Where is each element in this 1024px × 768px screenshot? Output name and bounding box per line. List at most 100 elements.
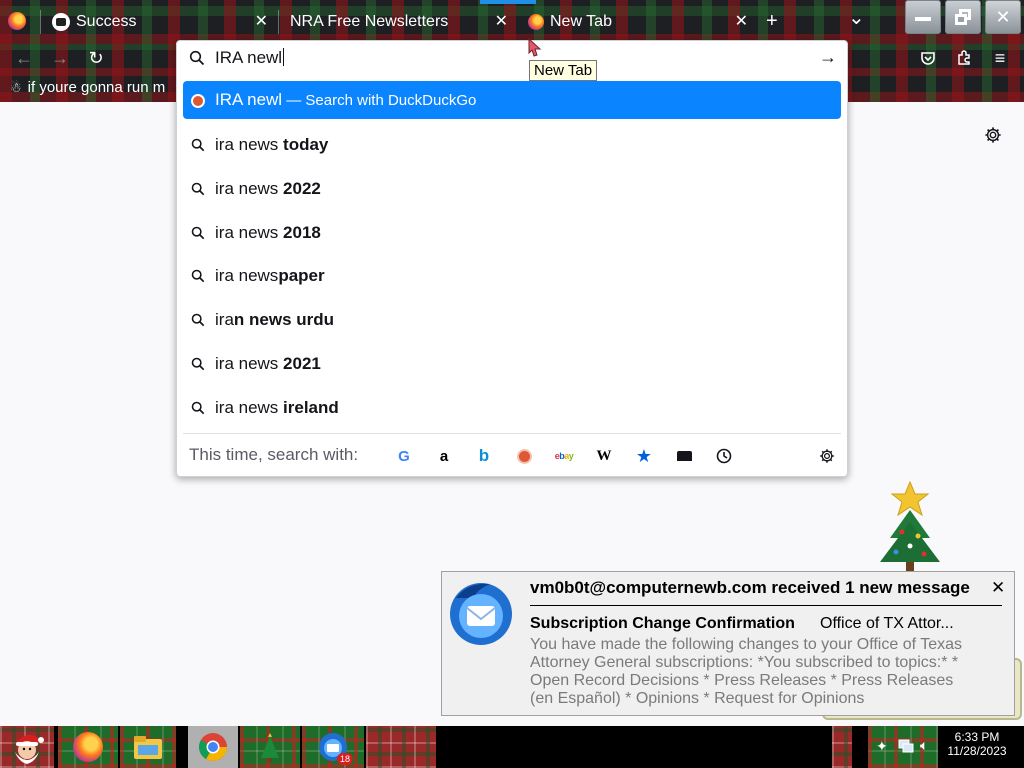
volume-icon[interactable]: 🔈︎ (920, 737, 928, 754)
tab-success[interactable]: Success ✕ (44, 4, 276, 40)
bookmark-item[interactable]: ☃ if youre gonna run m (10, 79, 165, 96)
pocket-icon[interactable] (916, 46, 940, 70)
suggestion-text: iran news urdu (215, 310, 335, 329)
suggestion-text: ira news today (215, 135, 329, 154)
taskbar-empty-slot[interactable] (366, 726, 436, 768)
search-icon (191, 356, 205, 376)
start-button[interactable] (0, 726, 54, 768)
close-window-button[interactable]: ✕ (985, 0, 1021, 34)
suggestion-row[interactable]: ira newspaper (183, 257, 841, 295)
notification-subject: Subscription Change Confirmation (530, 615, 795, 632)
suggestion-text: ira news ireland (215, 398, 339, 417)
tab-tooltip: New Tab (529, 60, 598, 81)
taskbar-clock[interactable]: 6:33 PM 11/28/2023 (940, 730, 1014, 758)
extensions-icon[interactable] (952, 46, 976, 70)
christmas-tree-icon (261, 733, 279, 762)
taskbar: 18 ✦ 🔈︎ 6:33 PM 11/28/2023 (0, 726, 1024, 768)
tab-label: NRA Free Newsletters (290, 13, 449, 30)
taskbar-thunderbird[interactable]: 18 (302, 726, 364, 768)
search-icon (191, 181, 205, 201)
urlbar-dropdown: IRA newl → IRA newl — Search with DuckDu… (176, 40, 848, 477)
history-icon[interactable] (712, 444, 736, 468)
tab-label: Success (76, 13, 137, 30)
minimize-button[interactable] (905, 0, 941, 34)
tab-close-icon[interactable]: ✕ (255, 13, 268, 31)
tab-close-icon[interactable]: ✕ (735, 13, 748, 31)
tab-label: New Tab (550, 13, 612, 30)
go-arrow-icon[interactable]: → (819, 47, 837, 68)
tray-star-icon[interactable]: ✦ (876, 738, 888, 755)
tab-separator (278, 10, 279, 34)
suggestion-row[interactable]: ira news today (183, 126, 841, 164)
folder-icon (134, 736, 162, 759)
suggestion-text: ira news 2022 (215, 179, 321, 198)
suggestion-action: — Search with DuckDuckGo (282, 92, 477, 109)
thunderbird-icon (446, 578, 516, 653)
search-shortcuts-divider (183, 433, 841, 434)
chrome-icon (199, 733, 227, 761)
restore-button[interactable] (945, 0, 981, 34)
duckduckgo-icon (191, 93, 205, 113)
taskbar-xmas-app[interactable] (240, 726, 300, 768)
suggestion-duckduckgo-search[interactable]: IRA newl — Search with DuckDuckGo (183, 81, 841, 119)
tabs-icon[interactable] (672, 444, 696, 468)
bing-icon[interactable]: b (472, 444, 496, 468)
unread-badge: 18 (336, 753, 353, 765)
suggestion-row[interactable]: ira news 2022 (183, 170, 841, 208)
firefox-menu-icon[interactable] (8, 12, 26, 35)
suggestion-row[interactable]: ira news 2021 (183, 345, 841, 383)
taskbar-chrome[interactable] (188, 726, 238, 768)
site-favicon-icon (52, 13, 70, 31)
notification-sender: Office of TX Attor... (820, 615, 954, 632)
search-with-label: This time, search with: (189, 445, 359, 464)
notification-body: You have made the following changes to y… (530, 636, 962, 707)
suggestion-text: ira news 2021 (215, 354, 321, 373)
tab-close-icon[interactable]: ✕ (495, 13, 508, 31)
suggestion-text: ira newspaper (215, 266, 325, 285)
list-all-tabs-button[interactable]: ⌄ (848, 8, 865, 28)
firefox-favicon-icon (528, 14, 544, 30)
app-menu-icon[interactable]: ≡ (988, 46, 1012, 70)
search-settings-gear-icon[interactable] (815, 444, 839, 468)
search-icon (191, 312, 205, 332)
network-icon[interactable] (898, 738, 914, 759)
taskbar-firefox[interactable] (58, 726, 118, 768)
urlbar-typed-text: IRA newl (215, 48, 285, 67)
mouse-cursor-icon (527, 37, 543, 62)
new-tab-settings-gear-icon[interactable] (984, 126, 1002, 149)
tab-nra-free-newsletters[interactable]: NRA Free Newsletters ✕ (280, 4, 518, 40)
tab-separator (40, 10, 41, 34)
amazon-icon[interactable]: a (432, 444, 456, 468)
suggestion-row[interactable]: iran news urdu (183, 301, 841, 339)
notification-close-button[interactable]: ✕ (991, 578, 1005, 598)
new-mail-notification[interactable]: vm0b0t@computernewb.com received 1 new m… (441, 571, 1015, 716)
christmas-tree-decoration (868, 480, 952, 577)
wikipedia-icon[interactable]: W (592, 444, 616, 468)
system-tray: ✦ 🔈︎ (868, 726, 938, 768)
duckduckgo-icon[interactable] (512, 444, 536, 468)
search-icon (191, 137, 205, 157)
forward-arrow-icon[interactable]: → (48, 46, 72, 70)
search-icon (191, 400, 205, 420)
reload-icon[interactable]: ↻ (84, 46, 108, 70)
notification-divider (530, 605, 1002, 606)
taskbar-spacer (178, 726, 188, 768)
thunderbird-icon: 18 (317, 731, 353, 765)
suggestion-row[interactable]: ira news 2018 (183, 214, 841, 252)
clock-date: 11/28/2023 (947, 744, 1007, 758)
suggestion-row[interactable]: ira news ireland (183, 389, 841, 427)
clock-time: 6:33 PM (954, 730, 1000, 744)
google-icon[interactable]: G (392, 444, 416, 468)
tab-new-tab[interactable]: New Tab ✕ (520, 4, 758, 40)
bookmark-favicon-icon: ☃ (10, 79, 22, 95)
notification-header: vm0b0t@computernewb.com received 1 new m… (530, 578, 970, 597)
search-icon (191, 268, 205, 288)
back-arrow-icon[interactable]: ← (12, 46, 36, 70)
taskbar-file-explorer[interactable] (120, 726, 176, 768)
bookmarks-icon[interactable]: ★ (632, 444, 656, 468)
bookmark-label: if youre gonna run m (27, 79, 166, 96)
new-tab-button[interactable]: + (766, 10, 778, 32)
urlbar-input[interactable]: IRA newl → (177, 41, 847, 77)
show-hidden-icons-button[interactable] (832, 726, 852, 768)
ebay-icon[interactable]: ebay (552, 444, 576, 468)
